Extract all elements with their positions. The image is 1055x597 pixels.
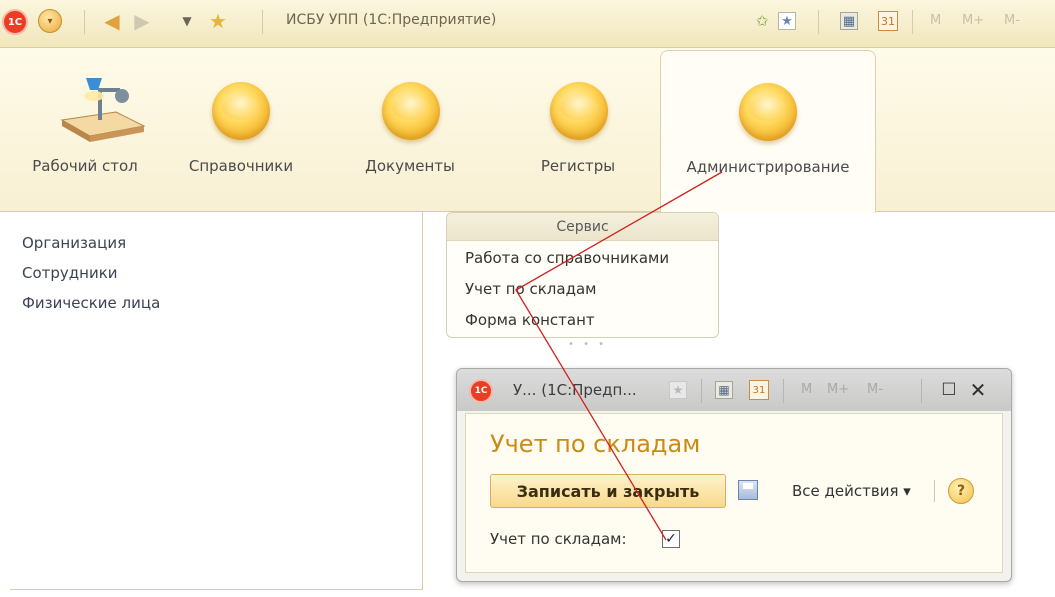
navigation-panel: Организация Сотрудники Физические лица (10, 212, 423, 590)
toolbar-separator (783, 379, 784, 403)
nav-link-organization[interactable]: Организация (22, 234, 126, 252)
memory-m-plus-button[interactable]: M+ (827, 382, 849, 397)
form-body: Учет по складам Записать и закрыть Все д… (465, 413, 1003, 573)
resize-grip-icon[interactable]: • • • (568, 339, 607, 350)
section-desktop[interactable]: Рабочий стол (20, 48, 150, 212)
toolbar-separator (912, 10, 913, 34)
maximize-icon[interactable]: ☐ (939, 380, 959, 400)
service-item-constants[interactable]: Форма констант (465, 311, 595, 329)
memory-m-minus-button[interactable]: M- (867, 382, 883, 397)
toolbar-separator (921, 379, 922, 403)
desk-lamp-icon (60, 78, 146, 142)
1c-logo-icon: 1С (469, 379, 493, 403)
service-group: Сервис Работа со справочниками Учет по с… (446, 212, 719, 338)
calculator-icon[interactable]: ▦ (840, 12, 858, 30)
main-menu-button[interactable]: ▾ (38, 9, 62, 33)
add-favorite-icon[interactable]: ✩ (750, 9, 774, 33)
sections-panel: Рабочий стол Справочники Документы Регис… (0, 48, 1055, 213)
calendar-icon[interactable]: 31 (749, 380, 769, 400)
save-floppy-icon[interactable] (738, 480, 758, 500)
section-label: Регистры (540, 157, 616, 175)
link-icon[interactable]: ★ (778, 12, 796, 30)
memory-m-button[interactable]: M (801, 382, 812, 397)
toolbar-separator (934, 480, 935, 502)
close-icon[interactable]: ✕ (967, 378, 989, 402)
section-catalogs[interactable]: Справочники (166, 48, 316, 212)
service-group-title: Сервис (447, 213, 718, 241)
section-label: Рабочий стол (32, 157, 138, 175)
service-item-catalogs[interactable]: Работа со справочниками (465, 249, 669, 267)
1c-logo-icon[interactable]: 1С (2, 9, 28, 35)
section-documents[interactable]: Документы (340, 48, 480, 212)
gold-circle-icon (212, 82, 270, 140)
section-label: Документы (365, 157, 455, 175)
link-icon[interactable]: ★ (669, 381, 687, 399)
checkbox-label: Учет по складам: (490, 530, 627, 548)
all-actions-menu[interactable]: Все действия ▾ (792, 482, 911, 500)
titlebar: 1С ▾ ◀ ▶ ▼ ★ ИСБУ УПП (1С:Предприятие) ✩… (0, 0, 1055, 48)
help-icon[interactable]: ? (948, 478, 974, 504)
memory-m-button[interactable]: M (930, 13, 941, 28)
section-label: Справочники (188, 157, 294, 175)
favorites-star-icon[interactable]: ★ (206, 9, 230, 33)
toolbar-separator (262, 10, 263, 34)
forward-arrow-icon[interactable]: ▶ (130, 9, 154, 33)
warehouse-accounting-checkbox[interactable]: ✓ (662, 530, 680, 548)
toolbar-separator (818, 10, 819, 34)
nav-link-employees[interactable]: Сотрудники (22, 264, 118, 282)
save-and-close-button[interactable]: Записать и закрыть (490, 474, 726, 508)
toolbar-separator (84, 10, 85, 34)
app-title: ИСБУ УПП (1С:Предприятие) (286, 12, 497, 28)
history-dropdown-icon[interactable]: ▼ (178, 9, 196, 33)
gold-circle-icon (739, 83, 797, 141)
gold-circle-icon (550, 82, 608, 140)
toolbar-separator (701, 379, 702, 403)
section-label: Администрирование (686, 158, 850, 176)
calculator-icon[interactable]: ▦ (715, 381, 733, 399)
nav-link-individuals[interactable]: Физические лица (22, 294, 160, 312)
form-title: Учет по складам (490, 430, 701, 458)
service-item-warehouses[interactable]: Учет по складам (465, 280, 596, 298)
memory-m-plus-button[interactable]: M+ (962, 13, 984, 28)
window-titlebar[interactable]: 1С У... (1С:Предп... ★ ▦ 31 M M+ M- ☐ ✕ (457, 369, 1011, 411)
window-title: У... (1С:Предп... (513, 381, 637, 399)
section-registers[interactable]: Регистры (508, 48, 648, 212)
memory-m-minus-button[interactable]: M- (1004, 13, 1020, 28)
back-arrow-icon[interactable]: ◀ (100, 9, 124, 33)
form-window: 1С У... (1С:Предп... ★ ▦ 31 M M+ M- ☐ ✕ … (456, 368, 1012, 582)
calendar-icon[interactable]: 31 (878, 11, 898, 31)
gold-circle-icon (382, 82, 440, 140)
section-administration[interactable]: Администрирование (660, 50, 876, 213)
